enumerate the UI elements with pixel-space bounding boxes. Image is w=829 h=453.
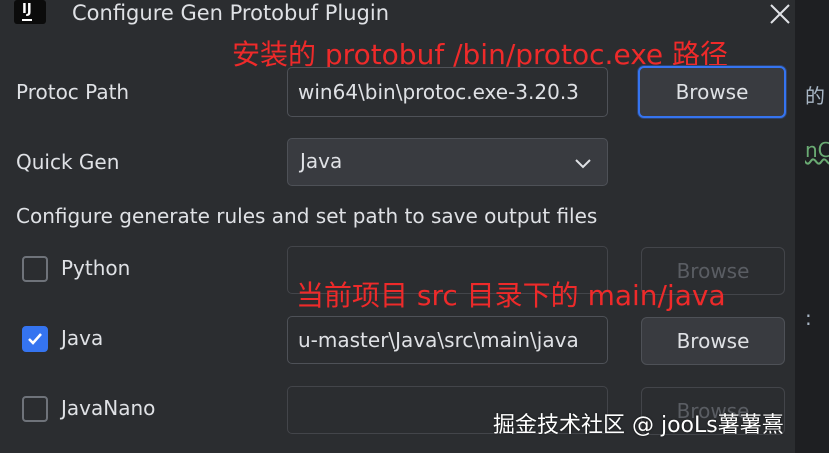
protoc-path-field[interactable] [287,67,608,117]
java-label: Java [61,326,104,350]
protoc-browse-button[interactable]: Browse [638,66,786,118]
background-text-fragment: 的 [805,84,825,108]
quick-gen-select[interactable]: Java [287,138,608,186]
close-icon[interactable] [768,2,792,26]
background-editor-strip: 的 nC : [795,0,829,453]
configure-gen-protobuf-dialog: 的 nC : IJ Configure Gen Protobuf Plugin … [0,0,829,453]
background-colon-fragment: : [805,306,812,330]
intellij-icon-letters: IJ [22,2,32,17]
dialog-title: Configure Gen Protobuf Plugin [72,1,390,25]
quick-gen-label: Quick Gen [16,150,120,174]
javanano-label: JavaNano [61,396,156,420]
title-bar: IJ Configure Gen Protobuf Plugin [0,0,829,28]
protoc-path-input[interactable] [288,68,607,116]
java-path-annotation: 当前项目 src 目录下的 main/java [296,279,726,312]
rules-heading: Configure generate rules and set path to… [16,204,598,228]
java-checkbox[interactable] [22,326,48,352]
checkmark-icon [28,333,42,345]
watermark: 掘金技术社区 @ jooLs薯薯熹 [493,413,784,438]
java-path-field[interactable] [287,316,608,364]
quick-gen-selected-value: Java [300,149,343,173]
javanano-checkbox[interactable] [22,396,48,422]
intellij-icon: IJ [10,0,50,26]
background-code-fragment: nC [805,138,829,162]
python-checkbox[interactable] [22,256,48,282]
java-path-input[interactable] [288,317,607,363]
python-label: Python [61,256,131,280]
java-browse-button[interactable]: Browse [641,317,785,365]
protoc-path-label: Protoc Path [16,80,130,104]
chevron-down-icon [575,159,591,169]
